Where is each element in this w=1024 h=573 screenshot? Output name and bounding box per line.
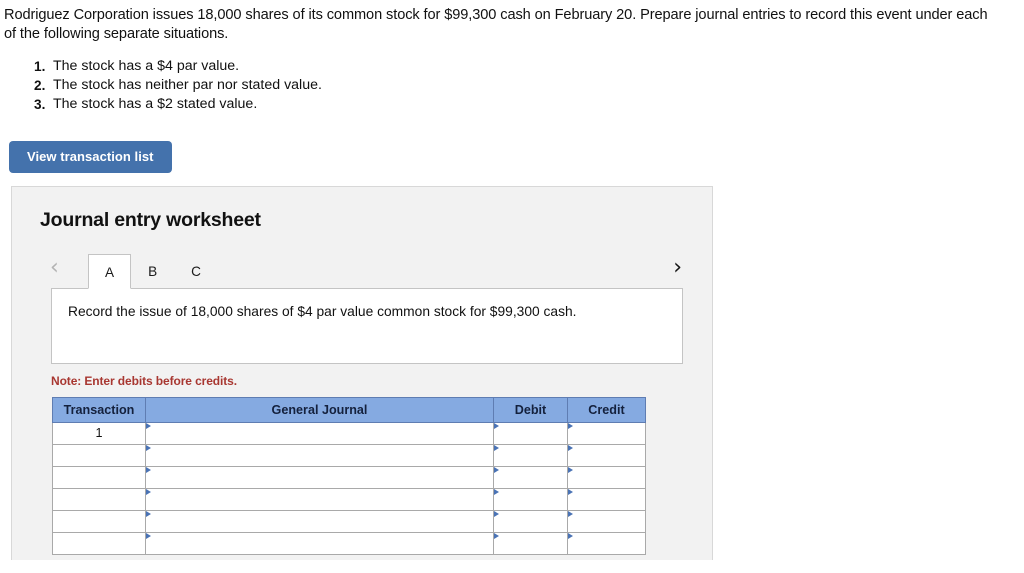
credit-input[interactable] xyxy=(567,531,646,555)
instruction-box: Record the issue of 18,000 shares of $4 … xyxy=(51,287,683,364)
general-journal-input[interactable] xyxy=(145,465,494,489)
debit-input[interactable] xyxy=(493,465,568,489)
situations-list: The stock has a $4 par value. The stock … xyxy=(4,57,988,115)
transaction-number-cell[interactable]: 1 xyxy=(52,421,146,445)
situation-item: The stock has a $4 par value. xyxy=(34,57,240,76)
journal-entry-table: Transaction General Journal Debit Credit… xyxy=(52,396,646,555)
problem-statement-section: Rodriguez Corporation issues 18,000 shar… xyxy=(0,0,1024,115)
transaction-number-cell[interactable] xyxy=(52,487,146,511)
transaction-number-cell[interactable] xyxy=(52,531,146,555)
transaction-number-cell[interactable] xyxy=(52,443,146,467)
general-journal-input[interactable] xyxy=(145,443,494,467)
debits-before-credits-note: Note: Enter debits before credits. xyxy=(51,373,237,388)
chevron-right-icon[interactable]: › xyxy=(673,253,682,283)
table-row xyxy=(52,509,646,533)
journal-entry-worksheet-panel: Journal entry worksheet ‹ A B C › Record… xyxy=(11,185,713,560)
table-row xyxy=(52,465,646,489)
chevron-left-icon[interactable]: ‹ xyxy=(50,253,59,283)
debit-input[interactable] xyxy=(493,509,568,533)
table-row xyxy=(52,531,646,555)
debit-input[interactable] xyxy=(493,421,568,445)
debit-input[interactable] xyxy=(493,531,568,555)
transaction-number-cell[interactable] xyxy=(52,509,146,533)
journal-table-body: 1 xyxy=(52,421,646,555)
table-header-row: Transaction General Journal Debit Credit xyxy=(52,396,646,423)
tab-c[interactable]: C xyxy=(174,253,218,288)
situation-item: The stock has a $2 stated value. xyxy=(34,95,258,114)
general-journal-input[interactable] xyxy=(145,421,494,445)
table-row xyxy=(52,443,646,467)
worksheet-tabstrip: ‹ A B C › xyxy=(12,250,712,289)
credit-input[interactable] xyxy=(567,443,646,467)
general-journal-input[interactable] xyxy=(145,509,494,533)
worksheet-title: Journal entry worksheet xyxy=(40,208,261,231)
credit-input[interactable] xyxy=(567,487,646,511)
instruction-text: Record the issue of 18,000 shares of $4 … xyxy=(68,303,577,319)
column-header-debit: Debit xyxy=(493,396,568,423)
general-journal-input[interactable] xyxy=(145,531,494,555)
credit-input[interactable] xyxy=(567,421,646,445)
debit-input[interactable] xyxy=(493,487,568,511)
transaction-number-cell[interactable] xyxy=(52,465,146,489)
column-header-transaction: Transaction xyxy=(52,396,146,423)
table-row xyxy=(52,487,646,511)
credit-input[interactable] xyxy=(567,509,646,533)
situation-item: The stock has neither par nor stated val… xyxy=(34,76,322,95)
problem-statement-text: Rodriguez Corporation issues 18,000 shar… xyxy=(4,7,988,42)
view-transaction-list-button[interactable]: View transaction list xyxy=(9,140,172,173)
general-journal-input[interactable] xyxy=(145,487,494,511)
journal-table-wrapper: Transaction General Journal Debit Credit… xyxy=(52,396,646,555)
toolbar: View transaction list xyxy=(0,140,1024,173)
column-header-general-journal: General Journal xyxy=(145,396,494,423)
tab-b[interactable]: B xyxy=(131,253,174,288)
column-header-credit: Credit xyxy=(567,396,646,423)
debit-input[interactable] xyxy=(493,443,568,467)
credit-input[interactable] xyxy=(567,465,646,489)
worksheet-tabs: A B C xyxy=(88,250,218,289)
tab-a[interactable]: A xyxy=(88,253,132,289)
table-row: 1 xyxy=(52,421,646,445)
